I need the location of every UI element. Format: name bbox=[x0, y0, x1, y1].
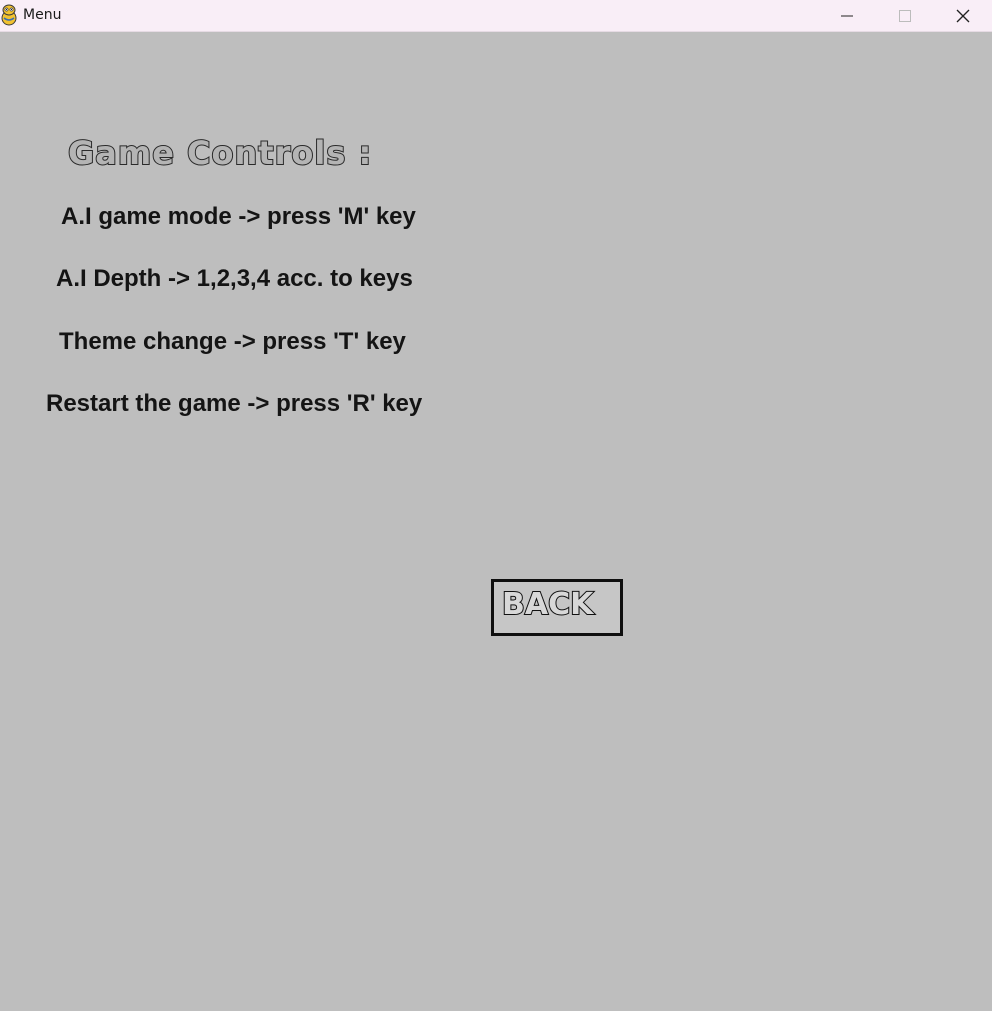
minimize-icon bbox=[841, 15, 853, 16]
control-ai-depth: A.I Depth -> 1,2,3,4 acc. to keys bbox=[56, 265, 413, 292]
menu-screen: Game Controls : A.I game mode -> press '… bbox=[0, 32, 992, 1011]
close-icon bbox=[956, 9, 970, 22]
control-restart: Restart the game -> press 'R' key bbox=[46, 390, 423, 417]
minimize-button[interactable] bbox=[818, 0, 876, 31]
controls-heading: Game Controls : bbox=[67, 133, 373, 173]
back-button[interactable]: BACK bbox=[491, 579, 623, 636]
pygame-snake-icon bbox=[0, 4, 18, 26]
maximize-button[interactable] bbox=[876, 0, 934, 31]
control-theme-change: Theme change -> press 'T' key bbox=[59, 328, 406, 355]
window-title: Menu bbox=[23, 7, 62, 23]
title-bar[interactable]: Menu bbox=[0, 0, 992, 32]
close-button[interactable] bbox=[934, 0, 992, 31]
back-button-label: BACK bbox=[501, 586, 594, 623]
maximize-icon bbox=[899, 9, 911, 22]
control-ai-mode: A.I game mode -> press 'M' key bbox=[61, 203, 416, 230]
game-window: Menu Game Controls : A.I game mode -> pr… bbox=[0, 0, 992, 1011]
